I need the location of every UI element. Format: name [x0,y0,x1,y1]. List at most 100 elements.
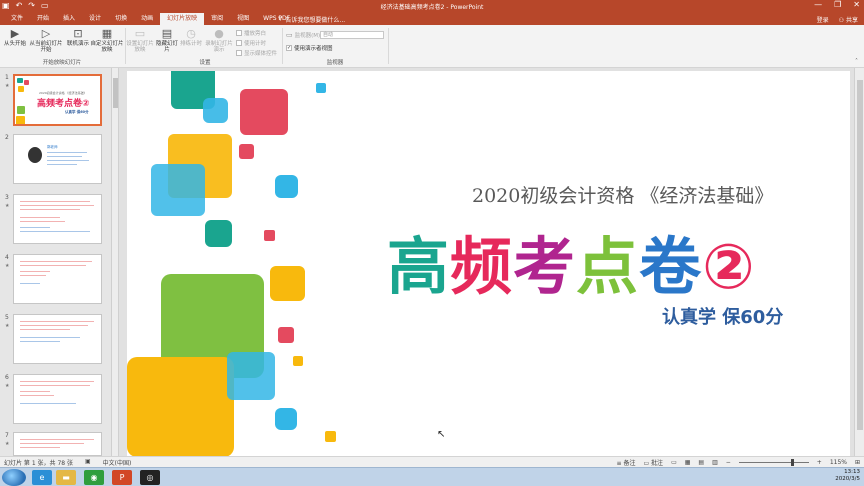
tab-1[interactable]: 开始 [30,13,56,25]
setup-show-icon: ▭ [134,27,146,40]
slide-thumbnail-3[interactable] [13,194,102,244]
use-timings-checkbox[interactable]: 使用计时 [236,39,266,47]
present-online-icon: ⊡ [73,27,83,40]
record-icon: ● [214,27,224,40]
tab-0[interactable]: 文件 [4,13,30,25]
hide-slide-button[interactable]: ▤ 隐藏幻灯片 [154,27,180,53]
decor-square-red-2 [278,327,294,343]
slide-thumbnail-7[interactable] [13,432,102,456]
checkbox-box [236,50,242,56]
reading-view-icon[interactable]: ▤ [698,459,704,466]
thumb-text-line [20,271,50,272]
tell-me-box[interactable]: ♀ 告诉我您想要做什么... [278,15,345,24]
from-beginning-button[interactable]: ▶ 从头开始 [0,27,30,47]
record-button[interactable]: ● 录制幻灯片演示 [203,27,235,53]
start-button[interactable] [2,469,26,486]
animation-star-icon: ★ [5,441,10,447]
animation-star-icon: ★ [5,203,10,209]
presenter-view-checkbox[interactable]: ✓ 使用演示者视图 [286,44,333,52]
thumb-text-line [20,261,92,262]
slide-thumbnail-4[interactable] [13,254,102,304]
decor-square-yellow-large [127,357,234,456]
zoom-level[interactable]: 115% [830,459,847,466]
collapse-ribbon-icon[interactable]: ˄ [855,58,858,65]
animation-star-icon: ★ [5,83,10,89]
thumb-decor [17,106,25,114]
monitor-select[interactable]: 自动 [320,31,384,39]
thumb-text-line [20,443,84,444]
fit-slide-icon[interactable]: ⊞ [855,459,860,466]
decor-square-red [240,89,288,135]
slide-thumbnail-1[interactable]: 2020初级会计资格 《经济法基础》 高频考点卷② 认真学 保60分 [13,74,102,126]
media-icon[interactable]: ◉ [84,470,104,485]
decor-square-red-small [239,144,254,159]
title-char: 点 [576,230,640,303]
clock-date[interactable]: 2020/3/5 [835,476,860,483]
normal-view-icon[interactable]: ▭ [671,459,677,466]
explorer-icon[interactable]: ▬ [56,470,76,485]
tell-me-text: 告诉我您想要做什么... [285,17,346,24]
play-narrations-checkbox[interactable]: 播放旁白 [236,29,266,37]
rehearse-button[interactable]: ◷ 排练计时 [179,27,203,47]
zoom-slider-handle[interactable] [790,459,794,466]
minimize-button[interactable]: — [814,0,822,9]
close-button[interactable]: ✕ [853,0,860,9]
slide-subtitle[interactable]: 2020初级会计资格 《经济法基础》 [472,181,773,208]
slide-title[interactable]: 高频考点卷② [387,216,756,306]
slide-tagline[interactable]: 认真学 保60分 [662,303,783,329]
thumb-text-line [20,385,90,386]
recorder-icon[interactable]: ◎ [140,470,160,485]
comments-button[interactable]: ▭ 批注 [643,458,663,467]
thumb-title: 高频考点卷② [37,99,90,109]
thumbnail-scrollbar[interactable] [112,68,119,456]
zoom-in-icon[interactable]: + [817,459,822,466]
decor-square-yellow-tiny-2 [325,431,336,442]
custom-show-button[interactable]: ▦ 自定义幻灯片放映 [90,27,124,53]
tab-4[interactable]: 切换 [108,13,134,25]
thumb-text-line [20,221,65,222]
tab-5[interactable]: 动画 [134,13,160,25]
clock-time[interactable]: 13:13 [835,469,860,476]
tab-3[interactable]: 设计 [82,13,108,25]
thumb-text-line [20,325,88,326]
decor-square-teal-2 [205,220,232,247]
thumb-text-line [20,231,90,232]
tab-6[interactable]: 幻灯片放映 [160,13,205,25]
language-indicator[interactable]: 中文(中国) [103,458,132,467]
share-button[interactable]: ⚇ 共享 [839,15,858,24]
ie-icon[interactable]: e [32,470,52,485]
decor-square-yellow-2 [270,266,305,301]
scrollbar-thumb[interactable] [857,80,863,430]
mouse-cursor-icon: ↖ [437,429,446,440]
slide-thumbnail-2[interactable]: 郭老师 [13,134,102,184]
thumb-text-line [20,395,54,396]
thumb-text-line [20,201,90,202]
zoom-slider[interactable] [738,459,809,466]
powerpoint-icon[interactable]: P [112,470,132,485]
editor-scrollbar[interactable] [854,68,864,456]
share-icon: ⚇ [838,17,845,24]
slide-thumbnail-6[interactable] [13,374,102,424]
decor-square-red-tiny [264,230,275,241]
sorter-view-icon[interactable]: ▦ [685,459,691,466]
restore-button[interactable]: ❐ [834,0,841,9]
slideshow-view-icon[interactable]: ▥ [712,459,718,466]
scrollbar-thumb[interactable] [113,78,118,108]
tab-8[interactable]: 视图 [230,13,256,25]
group-start-label: 开始放映幻灯片 [42,60,82,66]
slide-canvas[interactable]: 2020初级会计资格 《经济法基础》 高频考点卷② 认真学 保60分 ↖ [127,71,850,456]
thumb-number: 1 [5,74,9,81]
show-media-checkbox[interactable]: 显示媒体控件 [236,49,277,57]
slide-thumbnail-5[interactable] [13,314,102,364]
thumb-decor [16,116,25,124]
setup-show-button[interactable]: ▭ 设置幻灯片放映 [125,27,155,53]
stopwatch-icon: ◷ [186,27,196,40]
present-online-button[interactable]: ⊡ 联机演示 [63,27,93,47]
from-current-button[interactable]: ▷ 从当前幻灯片开始 [28,27,64,53]
tab-7[interactable]: 审阅 [204,13,230,25]
login-link[interactable]: 登录 [817,15,829,24]
tab-2[interactable]: 插入 [56,13,82,25]
spellcheck-icon[interactable]: ▣ [85,458,91,467]
notes-button[interactable]: ≡ 备注 [616,458,635,467]
zoom-out-icon[interactable]: − [726,459,731,466]
